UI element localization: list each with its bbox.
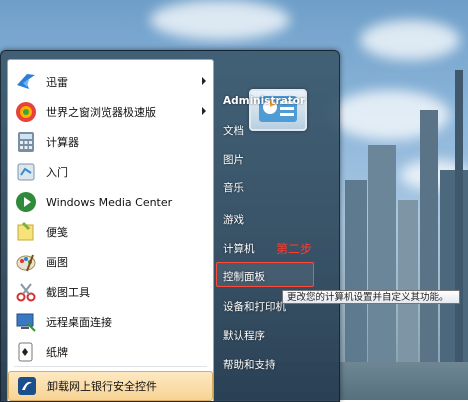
right-item-music[interactable]: 音乐 (223, 180, 244, 195)
right-item-default-programs[interactable]: 默认程序 (223, 328, 265, 343)
getting-started-icon (14, 160, 38, 184)
program-item-remote-desktop[interactable]: 远程桌面连接 (8, 307, 213, 337)
program-label: 世界之窗浏览器极速版 (46, 106, 156, 119)
control-panel-highlight-box (216, 262, 314, 287)
program-label: 画图 (46, 256, 68, 269)
program-label: Windows Media Center (46, 195, 173, 209)
uninstall-bank-icon (15, 374, 39, 398)
program-label: 远程桌面连接 (46, 316, 112, 329)
program-item-xunlei[interactable]: 迅雷 (8, 67, 213, 97)
media-center-icon (14, 190, 38, 214)
programs-divider (14, 366, 207, 367)
start-menu: 迅雷 世界之窗浏览器极速版 计算器 入门 Windows Media Cente… (0, 50, 340, 402)
right-item-administrator[interactable]: Administrator (223, 95, 305, 107)
program-item-media-center[interactable]: Windows Media Center (8, 187, 213, 217)
control-panel-tooltip: 更改您的计算机设置并自定义其功能。 (282, 290, 460, 304)
program-label: 纸牌 (46, 346, 68, 359)
program-item-paint[interactable]: 画图 (8, 247, 213, 277)
program-label: 卸载网上银行安全控件 (47, 380, 157, 393)
paint-icon (14, 250, 38, 274)
program-item-snipping-tool[interactable]: 截图工具 (8, 277, 213, 307)
browser-globe-icon (14, 100, 38, 124)
program-item-theworld-browser[interactable]: 世界之窗浏览器极速版 (8, 97, 213, 127)
right-item-computer[interactable]: 计算机 (223, 241, 255, 256)
sticky-notes-icon (14, 220, 38, 244)
program-item-sticky-notes[interactable]: 便笺 (8, 217, 213, 247)
right-item-documents[interactable]: 文档 (223, 123, 244, 138)
program-label: 入门 (46, 166, 68, 179)
program-label: 计算器 (46, 136, 79, 149)
right-item-help-support[interactable]: 帮助和支持 (223, 357, 276, 372)
program-item-getting-started[interactable]: 入门 (8, 157, 213, 187)
programs-pane: 迅雷 世界之窗浏览器极速版 计算器 入门 Windows Media Cente… (7, 59, 214, 401)
program-item-uninstall-bank-control[interactable]: 卸载网上银行安全控件 (8, 371, 213, 401)
program-item-solitaire[interactable]: 纸牌 (8, 337, 213, 367)
xunlei-bird-icon (14, 70, 38, 94)
right-item-devices-printers[interactable]: 设备和打印机 (223, 299, 286, 314)
program-label: 截图工具 (46, 286, 90, 299)
right-item-games[interactable]: 游戏 (223, 212, 244, 227)
submenu-arrow-icon (202, 77, 206, 85)
right-item-pictures[interactable]: 图片 (223, 152, 244, 167)
step-annotation: 第二步 (276, 242, 313, 256)
solitaire-icon (14, 340, 38, 364)
submenu-arrow-icon (202, 107, 206, 115)
snipping-tool-icon (14, 280, 38, 304)
program-item-calculator[interactable]: 计算器 (8, 127, 213, 157)
program-label: 迅雷 (46, 76, 68, 89)
remote-desktop-icon (14, 310, 38, 334)
calculator-icon (14, 130, 38, 154)
program-label: 便笺 (46, 226, 68, 239)
